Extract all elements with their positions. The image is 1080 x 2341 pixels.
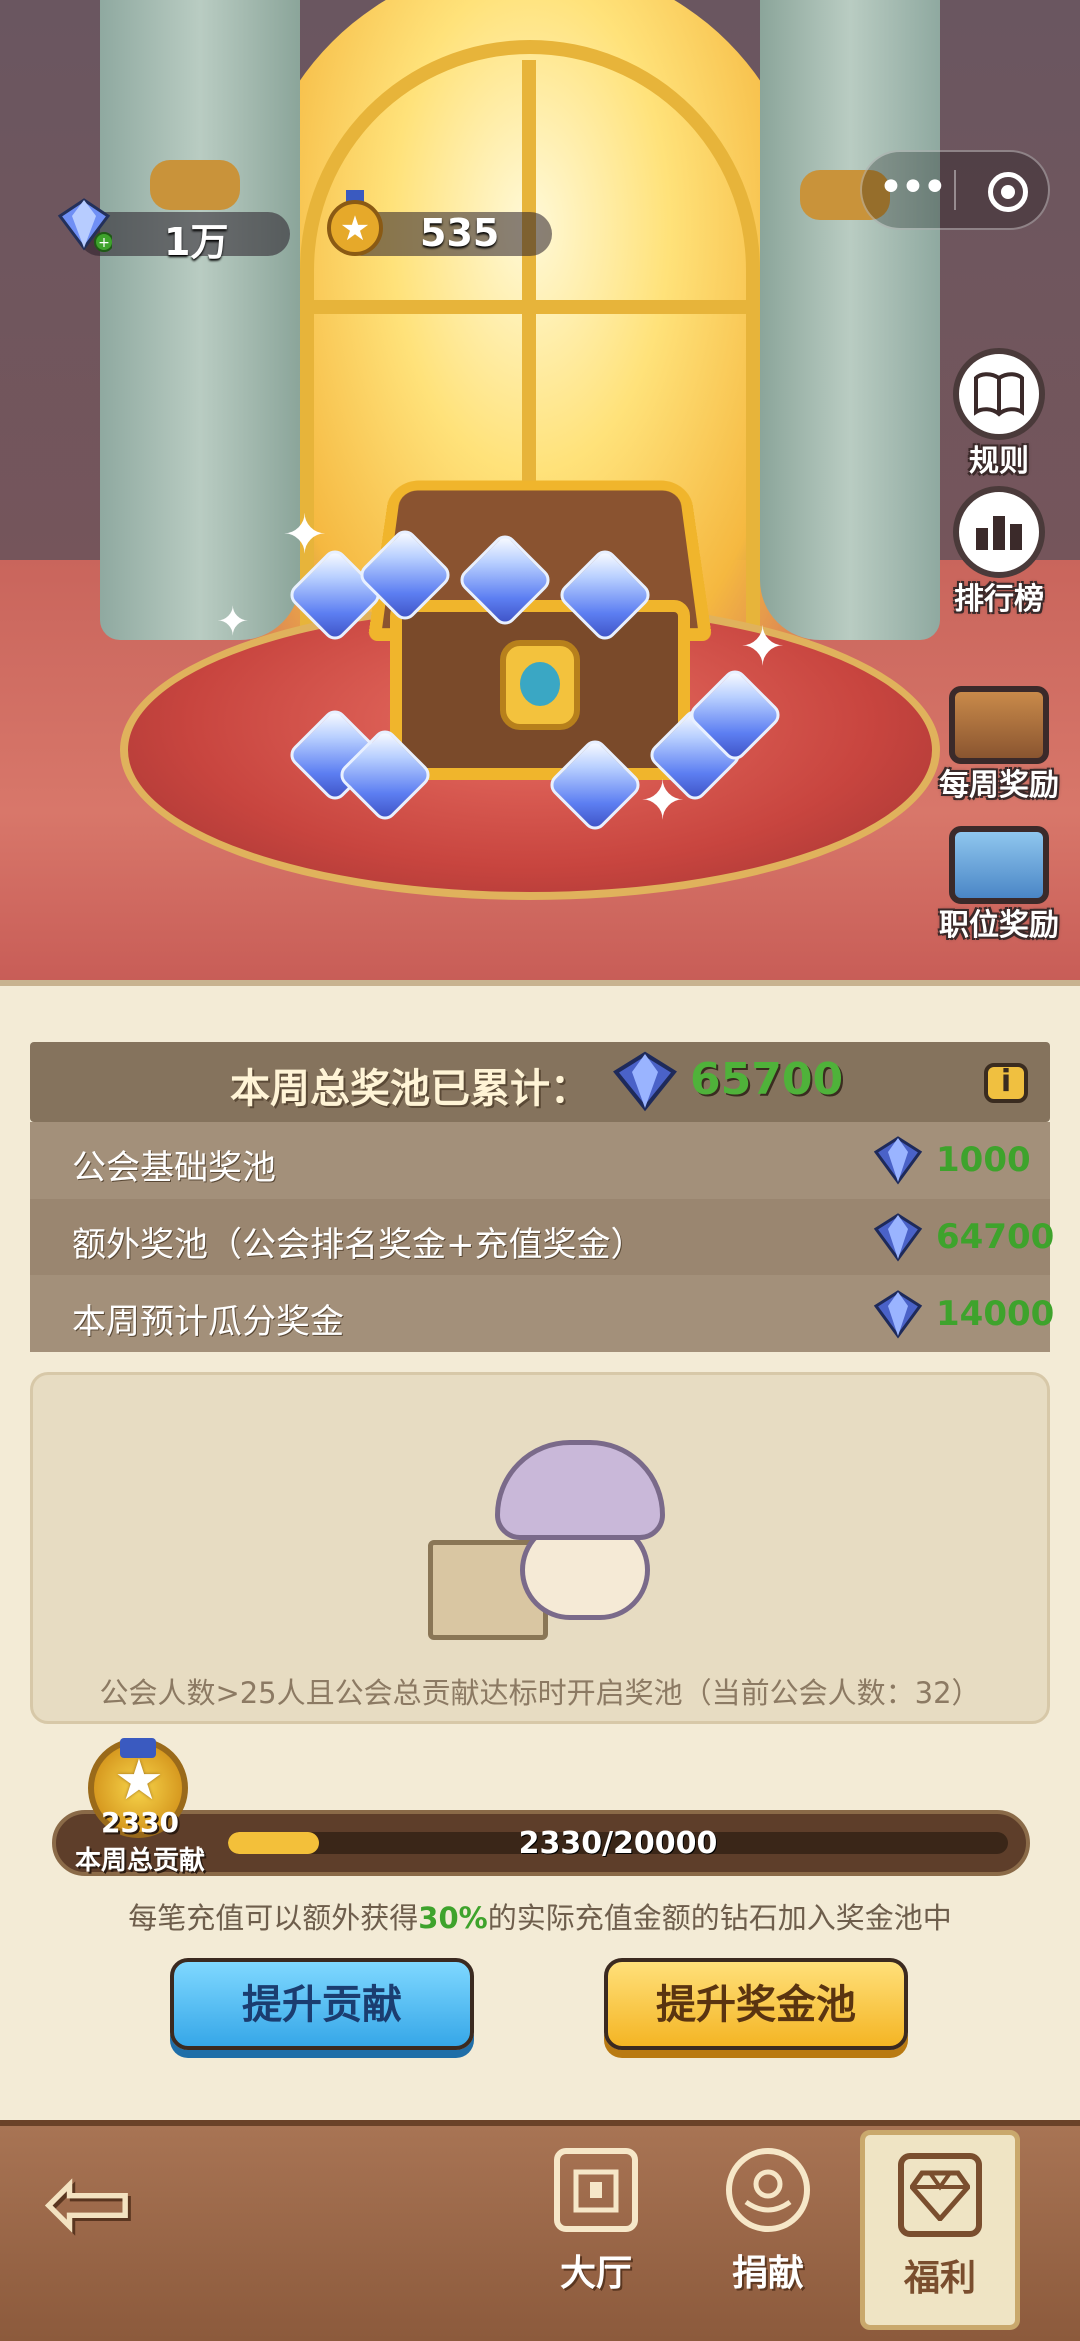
pool-row-value: 1000 (936, 1140, 1031, 1180)
boost-pool-button[interactable]: 提升奖金池 (604, 1958, 908, 2050)
pool-row-estimate: 本周预计瓜分奖金 14000 (30, 1276, 1054, 1352)
nav-label: 大厅 (559, 2253, 632, 2294)
curtain-right (760, 0, 940, 640)
pool-row-label: 额外奖池（公会排名奖金+充值奖金） (72, 1225, 645, 1265)
side-button-label: 职位奖励 (939, 908, 1059, 943)
side-button-leaderboard[interactable]: 排行榜 (944, 486, 1054, 618)
nav-label: 捐献 (731, 2253, 804, 2294)
side-button-label: 规则 (969, 444, 1029, 479)
pool-row-base: 公会基础奖池 1000 (30, 1122, 1050, 1198)
contribution-value: 2330 (101, 1806, 179, 1839)
diamond-icon (898, 2153, 982, 2237)
nav-item-donate[interactable]: 捐献 (688, 2130, 848, 2330)
nav-label: 福利 (903, 2258, 976, 2299)
position-reward-chest-icon (949, 826, 1049, 904)
pool-total-value: 65700 (690, 1054, 844, 1105)
medal-balance-value: 535 (420, 211, 500, 255)
treasure-hero-scene: ✦ ✦ ✦ ✦ (0, 0, 1080, 980)
diamond-add-icon[interactable]: + (56, 196, 112, 252)
contribution-label: 本周总贡献 (74, 1846, 205, 1876)
sparkle-icon: ✦ (640, 769, 686, 832)
sparkle-icon: ✦ (282, 503, 328, 566)
bonus-note-before: 每笔充值可以额外获得 (128, 1901, 419, 1935)
bonus-note: 每笔充值可以额外获得30%的实际充值金额的钻石加入奖金池中 (0, 1895, 1080, 1937)
more-options-icon[interactable]: ••• (878, 158, 948, 218)
pool-title: 本周总奖池已累计： (230, 1066, 590, 1112)
pool-row-value: 14000 (936, 1294, 1055, 1334)
side-button-rules[interactable]: 规则 (944, 348, 1054, 480)
diamond-icon (873, 1290, 923, 1339)
contribution-progress-text: 2330/20000 (518, 1826, 718, 1861)
pool-row-label: 公会基础奖池 (72, 1148, 276, 1188)
close-miniapp-icon[interactable] (988, 172, 1028, 212)
empty-state-message: 公会人数>25人且公会总贡献达标时开启奖池（当前公会人数：32） (99, 1676, 981, 1710)
side-button-label: 每周奖励 (939, 768, 1059, 803)
boost-contribution-button[interactable]: 提升贡献 (170, 1958, 474, 2050)
curtain-left (100, 0, 300, 640)
info-icon[interactable]: i (984, 1063, 1028, 1103)
pool-row-value: 64700 (936, 1217, 1055, 1257)
donate-icon (726, 2148, 810, 2232)
pool-breakdown: 公会基础奖池 1000 额外奖池（公会排名奖金+充值奖金） 64700 本周预计… (30, 1122, 1054, 1352)
side-button-label: 排行榜 (954, 582, 1044, 617)
medal-icon: ★ (327, 190, 383, 256)
diamond-icon (873, 1213, 923, 1262)
leaderboard-icon (953, 486, 1045, 578)
window-transom (300, 300, 760, 314)
side-button-position-reward[interactable]: 职位奖励 (934, 826, 1064, 944)
pool-row-extra: 额外奖池（公会排名奖金+充值奖金） 64700 (30, 1199, 1054, 1275)
capsule-divider (954, 170, 956, 210)
diamond-icon (873, 1136, 923, 1185)
back-arrow-icon[interactable]: ⇦ (28, 2147, 148, 2262)
diamond-icon (613, 1051, 677, 1112)
nav-item-welfare[interactable]: 福利 (860, 2130, 1020, 2330)
hall-icon (554, 2148, 638, 2232)
diamond-balance-value: 1万 (164, 220, 229, 264)
weekly-reward-chest-icon (949, 686, 1049, 764)
star-icon: ★ (113, 1748, 165, 1813)
svg-text:+: + (98, 235, 110, 251)
nav-item-hall[interactable]: 大厅 (516, 2130, 676, 2330)
curtain-tie-left (150, 160, 240, 210)
bonus-note-after: 的实际充值金额的钻石加入奖金池中 (487, 1901, 952, 1935)
chest-emblem (520, 662, 560, 706)
side-button-weekly-reward[interactable]: 每周奖励 (934, 686, 1064, 804)
rules-book-icon (953, 348, 1045, 440)
sparkle-icon: ✦ (740, 615, 786, 678)
bonus-note-highlight: 30% (418, 1901, 488, 1935)
sparkle-icon: ✦ (216, 599, 250, 645)
pool-row-label: 本周预计瓜分奖金 (72, 1302, 344, 1342)
svg-text:★: ★ (340, 209, 370, 249)
